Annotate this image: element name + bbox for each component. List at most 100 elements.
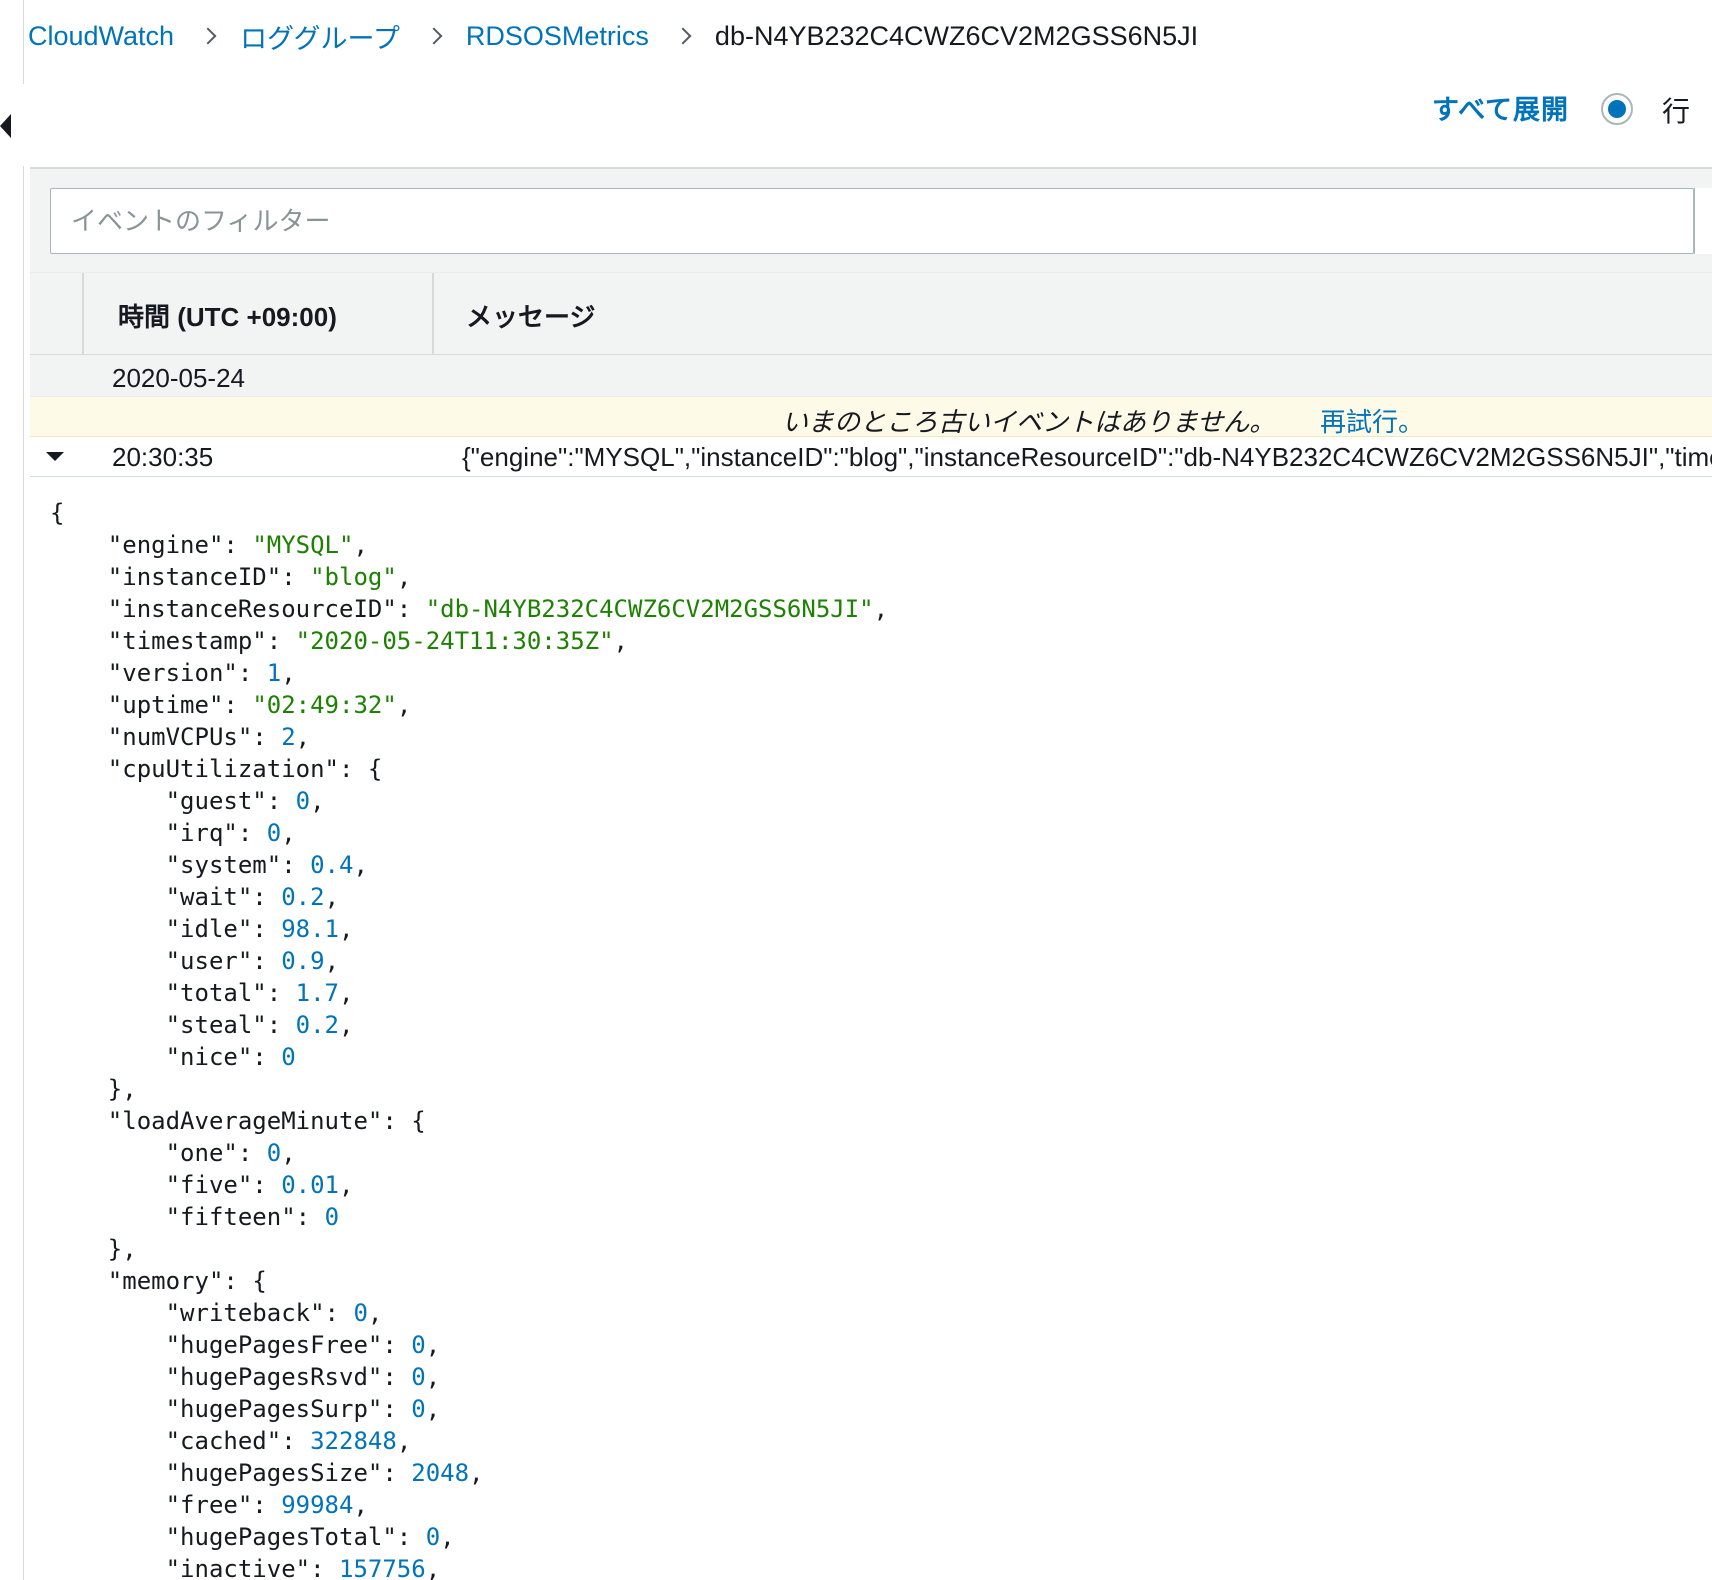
json-key: five bbox=[180, 1171, 238, 1199]
json-value: 98.1 bbox=[281, 915, 339, 943]
json-key: total bbox=[180, 979, 253, 1007]
breadcrumb-link-cloudwatch[interactable]: CloudWatch bbox=[28, 21, 174, 52]
json-value: "db-N4YB232C4CWZ6CV2M2GSS6N5JI" bbox=[425, 595, 874, 623]
table-row[interactable]: 20:30:35 {"engine":"MYSQL","instanceID":… bbox=[30, 437, 1712, 477]
date-label: 2020-05-24 bbox=[112, 363, 245, 393]
json-key: system bbox=[180, 851, 267, 879]
json-line: "cached": 322848, bbox=[165, 1427, 412, 1455]
json-key: irq bbox=[180, 819, 224, 847]
column-divider bbox=[82, 273, 84, 355]
json-value: "2020-05-24T11:30:35Z" bbox=[295, 627, 614, 655]
json-key: wait bbox=[180, 883, 238, 911]
json-key: writeback bbox=[180, 1299, 311, 1327]
expand-all-button[interactable]: すべて展開 bbox=[1432, 88, 1569, 127]
caret-down-icon[interactable] bbox=[46, 452, 64, 461]
json-key: idle bbox=[180, 915, 238, 943]
json-value: { bbox=[411, 1107, 426, 1135]
event-message: {"engine":"MYSQL","instanceID":"blog","i… bbox=[462, 442, 1712, 472]
json-line: "user": 0.9, bbox=[165, 947, 340, 975]
json-value: 0 bbox=[425, 1523, 441, 1551]
json-value: 0 bbox=[295, 787, 311, 815]
row-view-label: 行 bbox=[1662, 96, 1691, 127]
json-key: cached bbox=[180, 1427, 267, 1455]
json-line: "hugePagesSurp": 0, bbox=[165, 1395, 441, 1423]
column-divider[interactable] bbox=[432, 273, 434, 355]
chevron-right-icon bbox=[425, 27, 443, 45]
json-key: uptime bbox=[122, 691, 209, 719]
collapse-nav-icon[interactable] bbox=[0, 114, 11, 138]
breadcrumb-link-log-groups[interactable]: ロググループ bbox=[240, 17, 400, 56]
json-key: inactive bbox=[180, 1555, 296, 1580]
json-key: one bbox=[180, 1139, 224, 1167]
no-older-events-notice: いまのところ古いイベントはありません。 再試行。 bbox=[30, 397, 1712, 437]
json-line: "numVCPUs": 2, bbox=[107, 723, 311, 751]
json-value: 0 bbox=[411, 1363, 426, 1391]
json-line: "writeback": 0, bbox=[165, 1299, 383, 1327]
json-line: "system": 0.4, bbox=[165, 851, 368, 879]
json-line: "version": 1, bbox=[107, 659, 296, 687]
json-value: 0 bbox=[281, 1043, 296, 1071]
json-value: "MYSQL" bbox=[252, 531, 354, 559]
json-value: 0 bbox=[266, 1139, 282, 1167]
json-line: "uptime": "02:49:32", bbox=[107, 691, 412, 719]
nav-rail-bottom bbox=[0, 166, 24, 1580]
json-line: "hugePagesFree": 0, bbox=[165, 1331, 441, 1359]
json-value: 99984 bbox=[281, 1491, 354, 1519]
breadcrumb-current: db-N4YB232C4CWZ6CV2M2GSS6N5JI bbox=[714, 20, 1199, 51]
json-value: 0 bbox=[411, 1331, 426, 1359]
json-key: loadAverageMinute bbox=[122, 1107, 368, 1135]
json-value: 0.01 bbox=[281, 1171, 339, 1199]
chevron-right-icon bbox=[674, 27, 692, 45]
json-line: }, bbox=[30, 1073, 1712, 1105]
json-value: "blog" bbox=[310, 563, 397, 591]
json-value: { bbox=[367, 755, 383, 783]
json-key: user bbox=[180, 947, 238, 975]
json-value: 0 bbox=[266, 819, 282, 847]
json-line: "cpuUtilization": { bbox=[107, 755, 383, 783]
json-key: cpuUtilization bbox=[122, 755, 325, 783]
retry-link[interactable]: 再試行。 bbox=[1320, 402, 1424, 439]
row-view-radio[interactable] bbox=[1601, 93, 1633, 125]
json-value: 1 bbox=[266, 659, 282, 687]
filter-bar-edge bbox=[1694, 188, 1712, 254]
json-key: nice bbox=[180, 1043, 238, 1071]
notice-text: いまのところ古いイベントはありません。 bbox=[782, 407, 1276, 437]
nav-rail-top bbox=[0, 0, 24, 84]
column-header-time[interactable]: 時間 (UTC +09:00) bbox=[118, 297, 337, 334]
json-value: 0.4 bbox=[310, 851, 354, 879]
json-punctuation: { bbox=[50, 499, 65, 527]
json-value: 1.7 bbox=[295, 979, 340, 1007]
json-line: "five": 0.01, bbox=[165, 1171, 354, 1199]
json-line: "loadAverageMinute": { bbox=[107, 1107, 426, 1135]
json-line: "nice": 0 bbox=[165, 1043, 296, 1071]
json-line: "instanceResourceID": "db-N4YB232C4CWZ6C… bbox=[107, 595, 889, 623]
json-value: 2 bbox=[281, 723, 296, 751]
json-value: 2048 bbox=[411, 1459, 470, 1487]
json-line: "hugePagesTotal": 0, bbox=[165, 1523, 455, 1551]
json-line: "fifteen": 0 bbox=[165, 1203, 340, 1231]
expanded-json-viewer: { "engine": "MYSQL", "instanceID": "blog… bbox=[30, 477, 1712, 1580]
json-key: instanceID bbox=[122, 563, 267, 591]
filter-events-input[interactable] bbox=[50, 188, 1694, 254]
json-value: 0.2 bbox=[281, 883, 325, 911]
json-line: "instanceID": "blog", bbox=[107, 563, 412, 591]
json-value: { bbox=[252, 1267, 267, 1295]
json-line: "one": 0, bbox=[165, 1139, 296, 1167]
table-header: 時間 (UTC +09:00) メッセージ bbox=[30, 273, 1712, 355]
json-key: steal bbox=[180, 1011, 253, 1039]
json-value: 0 bbox=[411, 1395, 426, 1423]
json-value: 157756 bbox=[339, 1555, 426, 1580]
json-key: hugePagesSize bbox=[180, 1459, 368, 1487]
date-group-row: 2020-05-24 bbox=[30, 355, 1712, 397]
json-line: "memory": { bbox=[107, 1267, 267, 1295]
json-line: "engine": "MYSQL", bbox=[107, 531, 368, 559]
json-value: "02:49:32" bbox=[252, 691, 397, 719]
json-line: { bbox=[30, 497, 1712, 529]
json-key: fifteen bbox=[180, 1203, 282, 1231]
json-line: "free": 99984, bbox=[165, 1491, 368, 1519]
breadcrumb-link-log-group[interactable]: RDSOSMetrics bbox=[466, 21, 649, 52]
json-line: "inactive": 157756, bbox=[30, 1553, 1712, 1580]
json-key: guest bbox=[180, 787, 253, 815]
json-punctuation: }, bbox=[107, 1075, 137, 1103]
column-header-message[interactable]: メッセージ bbox=[466, 297, 595, 334]
